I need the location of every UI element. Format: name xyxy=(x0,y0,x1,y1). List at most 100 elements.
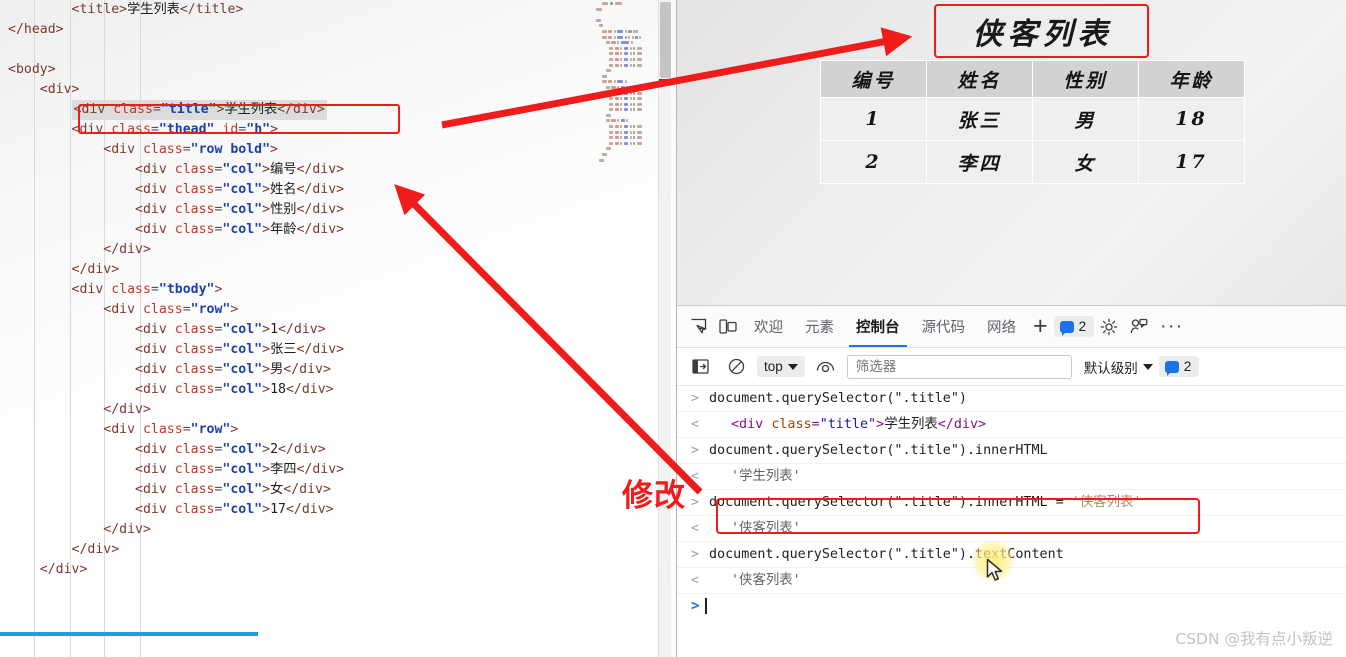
editor-scrollbar[interactable] xyxy=(658,0,672,657)
log-level-dropdown[interactable]: 默认级别 xyxy=(1084,357,1153,377)
toggle-console-sidebar-icon[interactable] xyxy=(685,353,715,381)
settings-gear-icon[interactable] xyxy=(1094,313,1124,341)
minimap-line xyxy=(596,24,652,28)
code-line: <div class="col">17</div> xyxy=(135,502,334,517)
minimap-line xyxy=(596,119,652,123)
screenshot-root: <title>学生列表</title> </head> <body> <div> <… xyxy=(0,0,1346,657)
console-input-row: > document.querySelector(".title") xyxy=(677,386,1346,412)
console-marker-icon: > xyxy=(691,547,699,562)
code-line: </head> xyxy=(8,22,64,37)
code-line: <title>学生列表</title> xyxy=(71,2,244,17)
code-line: <div class="col">张三</div> xyxy=(135,342,345,357)
minimap-line xyxy=(596,158,652,163)
devtools-tab-1[interactable]: 元素 xyxy=(794,306,845,347)
console-marker-icon: < xyxy=(691,469,699,484)
feedback-icon[interactable] xyxy=(1124,313,1154,341)
console-entry-text: document.querySelector(".title") xyxy=(709,391,967,406)
filter-message-badge[interactable]: 2 xyxy=(1158,356,1200,377)
minimap-line xyxy=(596,153,652,157)
watermark-text: CSDN @我有点小叛逆 xyxy=(1175,630,1333,648)
console-output-row: < '侠客列表' xyxy=(677,516,1346,542)
console-marker-icon: > xyxy=(691,443,699,458)
minimap-line xyxy=(596,18,652,23)
modify-annotation-label: 修改 xyxy=(622,478,686,514)
code-line: <div class="col">编号</div> xyxy=(135,162,345,177)
minimap-line xyxy=(596,35,652,40)
console-marker-icon: < xyxy=(691,573,699,588)
filter-message-count: 2 xyxy=(1183,359,1192,374)
minimap-line xyxy=(596,91,652,96)
message-bubble-icon xyxy=(1059,320,1074,336)
code-line: <div class="col">女</div> xyxy=(135,482,331,497)
devtools-tab-0[interactable]: 欢迎 xyxy=(743,306,794,347)
code-text[interactable]: <title>学生列表</title> </head> <body> <div> <… xyxy=(0,0,592,657)
execution-context-dropdown[interactable]: top xyxy=(757,356,805,377)
table-header: 编号 姓名 性别 年龄 xyxy=(820,60,1245,98)
add-panel-button[interactable]: + xyxy=(1033,314,1048,339)
console-prompt-row[interactable]: > xyxy=(677,594,1346,618)
console-entry-text: '学生列表' xyxy=(731,469,801,484)
code-line: </div> xyxy=(103,242,151,257)
code-line: <div class="col">2</div> xyxy=(135,442,326,457)
chevron-down-icon xyxy=(1142,363,1153,370)
table-header-cell: 编号 xyxy=(820,60,927,98)
message-bubble-icon xyxy=(1164,360,1179,376)
code-line: <div class="row"> xyxy=(103,302,239,317)
table-header-cell: 性别 xyxy=(1032,60,1139,98)
minimap-line xyxy=(596,141,652,146)
devtools-tabbar: 欢迎 元素 控制台 源代码 网络 + 2 ··· xyxy=(677,306,1346,348)
table-row: 2 李四女 17 xyxy=(820,140,1245,184)
console-filter-bar: top 默认级别 2 xyxy=(677,348,1346,386)
console-marker-icon: > xyxy=(691,495,699,510)
minimap-line xyxy=(596,97,652,101)
minimap-line xyxy=(596,13,652,17)
minimap-line xyxy=(596,57,652,62)
editor-scrollbar-marker xyxy=(659,79,672,82)
devtools-tab-2[interactable]: 控制台 xyxy=(845,306,911,347)
table-cell: 17 xyxy=(1138,140,1245,184)
clear-console-icon[interactable] xyxy=(721,353,751,381)
editor-scrollbar-thumb[interactable] xyxy=(660,2,671,78)
editor-minimap[interactable] xyxy=(596,2,652,162)
rendered-data-table: 编号 姓名 性别 年龄 1 张三男 18 2 李四女 17 xyxy=(820,60,1245,184)
minimap-line xyxy=(596,2,652,6)
code-line: <div class="tbody"> xyxy=(71,282,223,297)
table-cell: 男 xyxy=(1032,97,1139,141)
code-line: <div class="col">性别</div> xyxy=(135,202,345,217)
device-toolbar-icon[interactable] xyxy=(713,313,743,341)
code-line: <div class="row bold"> xyxy=(103,142,278,157)
live-expression-eye-icon[interactable] xyxy=(811,353,841,381)
console-message-badge[interactable]: 2 xyxy=(1053,316,1095,337)
devtools-tab-3[interactable]: 源代码 xyxy=(911,306,977,347)
minimap-line xyxy=(596,69,652,73)
more-options-icon[interactable]: ··· xyxy=(1154,316,1189,338)
table-header-cell: 姓名 xyxy=(926,60,1033,98)
console-entry-text: '侠客列表' xyxy=(731,573,801,588)
console-input-row: > document.querySelector(".title").innerH… xyxy=(677,438,1346,464)
code-line: <div class="col">李四</div> xyxy=(135,462,345,477)
code-line: <div class="row"> xyxy=(103,422,239,437)
inspect-element-icon[interactable] xyxy=(683,313,713,341)
console-output-html-row: < <div class="title">学生列表</div> xyxy=(677,412,1346,438)
execution-context-value: top xyxy=(764,359,783,374)
table-cell: 女 xyxy=(1032,140,1139,184)
console-log-area[interactable]: > document.querySelector(".title") < <div c… xyxy=(677,386,1346,657)
table-cell: 李四 xyxy=(926,140,1033,184)
code-line: </div> xyxy=(39,562,88,577)
console-entry-text: document.querySelector(".title").innerHT… xyxy=(709,495,1142,510)
devtools-tabs: 欢迎 元素 控制台 源代码 网络 xyxy=(743,306,1027,347)
minimap-line xyxy=(596,46,652,51)
console-marker-icon: > xyxy=(691,391,699,406)
console-output-row: < '学生列表' xyxy=(677,464,1346,490)
devtools-tab-4[interactable]: 网络 xyxy=(976,306,1027,347)
devtools-panel: 欢迎 元素 控制台 源代码 网络 + 2 ··· top 筛选器 默认级别 2 … xyxy=(677,305,1346,657)
code-line: <div class="col">1</div> xyxy=(135,322,326,337)
console-marker-icon: < xyxy=(691,417,699,432)
minimap-line xyxy=(596,41,652,45)
console-input-boxed-row: > document.querySelector(".title").innerH… xyxy=(677,490,1346,516)
minimap-line xyxy=(596,63,652,68)
minimap-line xyxy=(596,113,652,118)
code-line: <div class="title">学生列表</div> xyxy=(0,100,592,120)
console-filter-input[interactable] xyxy=(846,354,1072,379)
code-line: <div class="thead" id="h"> xyxy=(71,122,279,137)
